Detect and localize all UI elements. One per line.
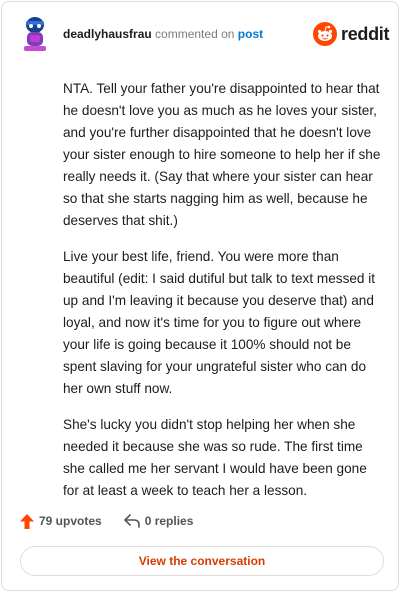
user-avatar[interactable] [21, 16, 49, 52]
comment-paragraph: She's lucky you didn't stop helping her … [63, 417, 367, 498]
comment-actions: 79 upvotes 0 replies [20, 510, 215, 532]
upvote-button[interactable]: 79 upvotes [20, 513, 102, 529]
reply-button[interactable]: 0 replies [123, 514, 194, 528]
username[interactable]: deadlyhausfrau [63, 27, 152, 41]
comment-body: NTA. Tell your father you're disappointe… [63, 78, 383, 516]
reply-arrow-icon [123, 514, 145, 528]
post-link[interactable]: post [238, 27, 263, 41]
comment-paragraph: NTA. Tell your father you're disappointe… [63, 81, 381, 228]
view-conversation-button[interactable]: View the conversation [20, 546, 384, 576]
comment-paragraph: Live your best life, friend. You were mo… [63, 249, 376, 396]
reddit-snoo-icon [313, 22, 337, 46]
reply-count: 0 replies [144, 514, 194, 528]
comment-byline: deadlyhausfrau commented on post [63, 27, 263, 41]
comment-header: deadlyhausfrau commented on post reddit [2, 2, 398, 66]
reddit-logo[interactable]: reddit [313, 22, 390, 46]
reddit-wordmark: reddit [341, 23, 390, 44]
action-text: commented on [155, 27, 235, 41]
upvote-count: 79 upvotes [39, 514, 102, 528]
comment-card: deadlyhausfrau commented on post reddit [1, 1, 399, 591]
view-conversation-label: View the conversation [138, 554, 266, 568]
upvote-arrow-icon [20, 513, 39, 529]
